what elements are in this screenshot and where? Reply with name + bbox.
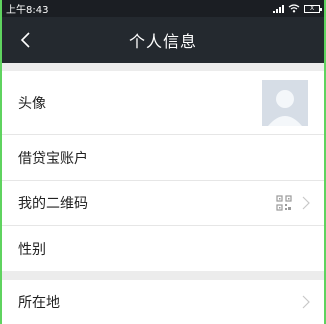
row-avatar[interactable]: 头像 bbox=[2, 71, 324, 135]
avatar[interactable] bbox=[262, 80, 308, 126]
row-location[interactable]: 所在地 bbox=[2, 280, 324, 324]
chevron-right-icon bbox=[302, 295, 310, 309]
row-label-loan-account: 借贷宝账户 bbox=[18, 150, 88, 167]
section-gap bbox=[2, 63, 324, 71]
row-loan-account[interactable]: 借贷宝账户 bbox=[2, 135, 324, 181]
signal-icon bbox=[273, 4, 284, 13]
location-section: 所在地 bbox=[2, 280, 324, 324]
qr-code-icon bbox=[276, 195, 292, 211]
battery-label: X bbox=[309, 4, 315, 12]
battery-icon: X bbox=[304, 4, 322, 13]
row-label-gender: 性别 bbox=[18, 241, 46, 258]
top-nav-bar: 个人信息 bbox=[2, 17, 324, 63]
section-gap bbox=[2, 271, 324, 280]
status-time: 上午8:43 bbox=[6, 5, 49, 16]
page-title: 个人信息 bbox=[128, 32, 197, 51]
chevron-right-icon bbox=[302, 196, 310, 210]
profile-section: 头像 借贷宝账户 我的二维码 性别 bbox=[2, 71, 324, 271]
back-chevron-icon[interactable] bbox=[18, 31, 34, 49]
status-bar: 上午8:43 X bbox=[2, 0, 324, 17]
avatar-placeholder-icon bbox=[268, 90, 302, 126]
row-label-location: 所在地 bbox=[18, 295, 60, 311]
status-icons: X bbox=[273, 4, 322, 13]
row-label-avatar: 头像 bbox=[18, 95, 46, 112]
row-label-my-qr-code: 我的二维码 bbox=[18, 196, 88, 212]
row-gender[interactable]: 性别 bbox=[2, 226, 324, 271]
row-my-qr-code[interactable]: 我的二维码 bbox=[2, 181, 324, 226]
wifi-icon bbox=[288, 4, 300, 13]
